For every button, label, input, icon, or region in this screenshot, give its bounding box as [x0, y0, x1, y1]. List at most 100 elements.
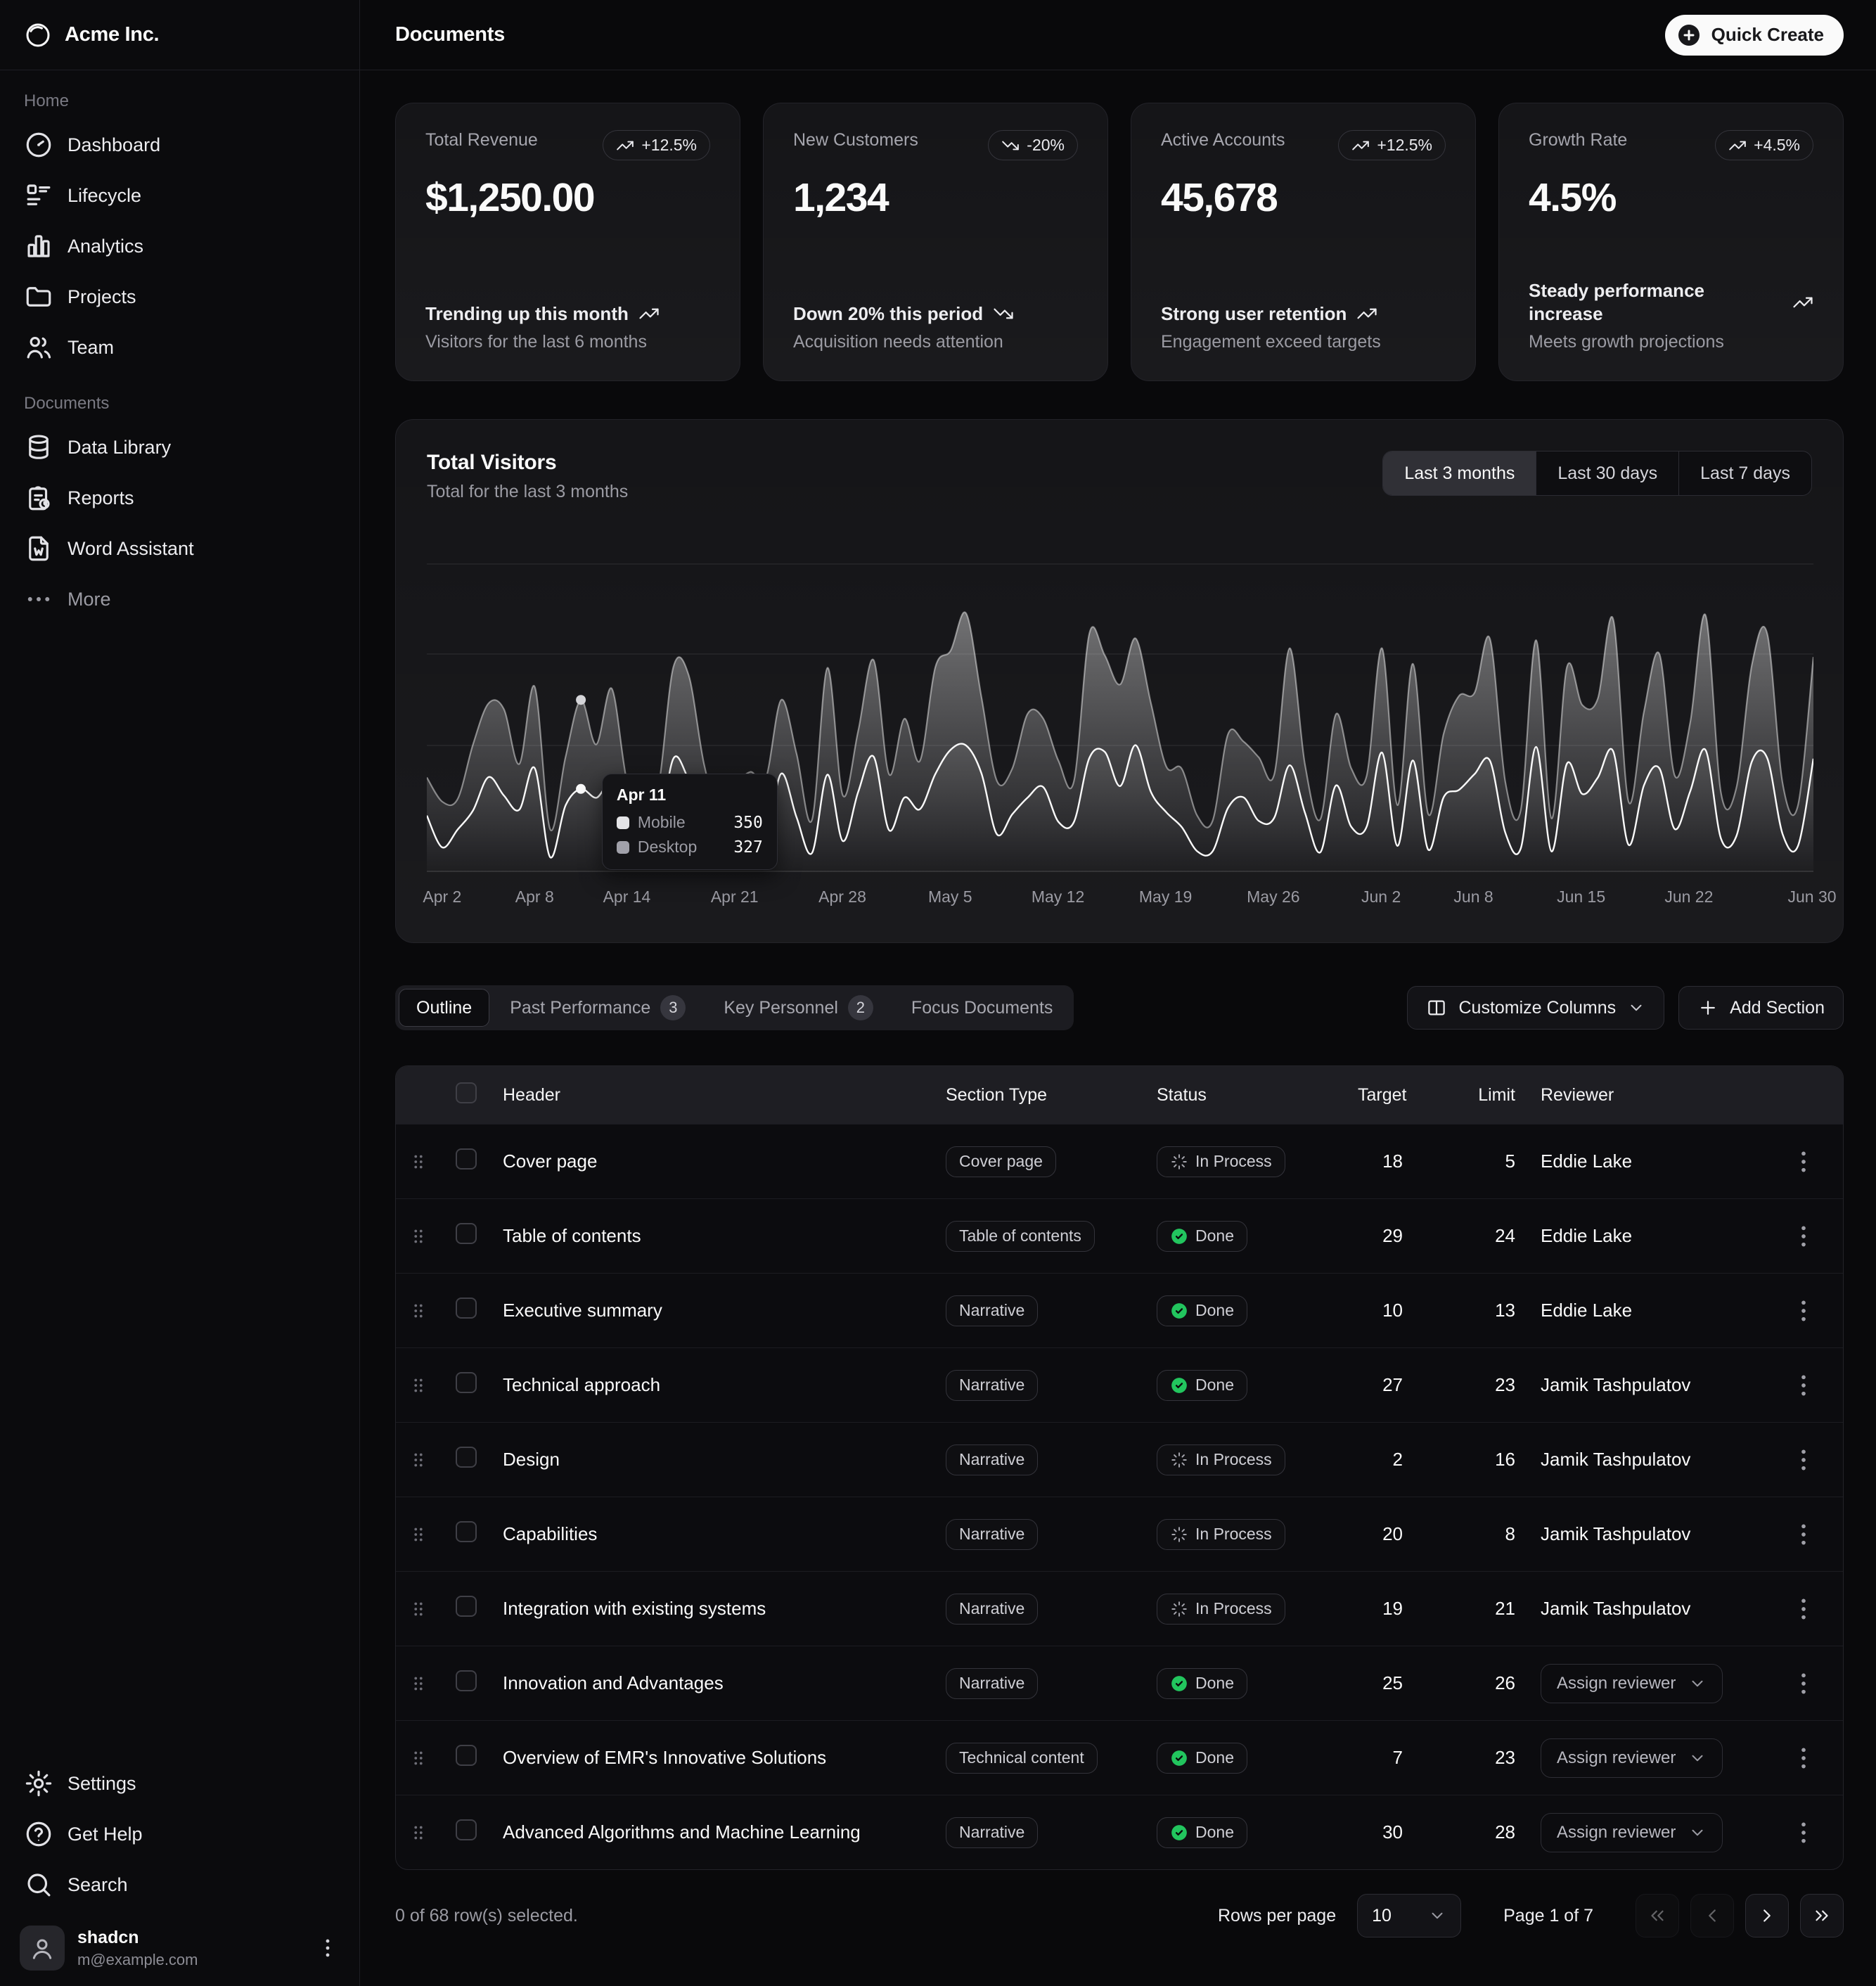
add-section-button[interactable]: Add Section [1678, 986, 1844, 1030]
limit-cell[interactable]: 23 [1414, 1747, 1527, 1769]
row-checkbox[interactable] [456, 1596, 477, 1617]
row-actions-button[interactable] [1790, 1595, 1818, 1623]
column-header-header[interactable]: Header [492, 1085, 936, 1106]
sidebar-item-settings[interactable]: Settings [11, 1758, 348, 1809]
target-cell[interactable]: 19 [1358, 1598, 1414, 1620]
drag-handle[interactable] [396, 1449, 441, 1471]
limit-cell[interactable]: 21 [1414, 1598, 1527, 1620]
row-actions-button[interactable] [1790, 1819, 1818, 1847]
limit-cell[interactable]: 13 [1414, 1300, 1527, 1321]
limit-cell[interactable]: 26 [1414, 1672, 1527, 1694]
customize-columns-button[interactable]: Customize Columns [1407, 986, 1664, 1030]
drag-handle[interactable] [396, 1822, 441, 1843]
sidebar-item-projects[interactable]: Projects [11, 271, 348, 322]
row-actions-button[interactable] [1790, 1670, 1818, 1698]
column-header-section-type[interactable]: Section Type [936, 1085, 1147, 1106]
workspace-switcher[interactable]: Acme Inc. [0, 0, 359, 70]
row-checkbox[interactable] [456, 1447, 477, 1468]
row-header-cell[interactable]: Technical approach [492, 1374, 936, 1396]
column-header-status[interactable]: Status [1147, 1085, 1358, 1106]
quick-create-button[interactable]: Quick Create [1665, 15, 1844, 56]
assign-reviewer-select[interactable]: Assign reviewer [1541, 1664, 1723, 1703]
column-header-target[interactable]: Target [1358, 1085, 1414, 1106]
sidebar-item-team[interactable]: Team [11, 322, 348, 373]
user-menu-button[interactable] [316, 1936, 340, 1960]
sidebar-item-lifecycle[interactable]: Lifecycle [11, 170, 348, 221]
row-checkbox[interactable] [456, 1372, 477, 1393]
row-actions-button[interactable] [1790, 1744, 1818, 1772]
row-checkbox[interactable] [456, 1670, 477, 1691]
assign-reviewer-select[interactable]: Assign reviewer [1541, 1738, 1723, 1778]
sidebar-item-analytics[interactable]: Analytics [11, 221, 348, 271]
target-cell[interactable]: 18 [1358, 1151, 1414, 1172]
tab-focus-documents[interactable]: Focus Documents [894, 989, 1070, 1027]
column-header-reviewer[interactable]: Reviewer [1527, 1085, 1780, 1106]
row-actions-button[interactable] [1790, 1371, 1818, 1399]
drag-handle[interactable] [396, 1748, 441, 1769]
sidebar-item-search[interactable]: Search [11, 1859, 348, 1910]
range-last-7-days[interactable]: Last 7 days [1678, 451, 1811, 495]
range-last-30-days[interactable]: Last 30 days [1536, 451, 1678, 495]
limit-cell[interactable]: 23 [1414, 1374, 1527, 1396]
row-checkbox[interactable] [456, 1148, 477, 1170]
row-header-cell[interactable]: Innovation and Advantages [492, 1672, 936, 1694]
first-page-button[interactable] [1636, 1894, 1679, 1937]
tab-past-performance[interactable]: Past Performance3 [492, 989, 703, 1027]
target-cell[interactable]: 7 [1358, 1747, 1414, 1769]
row-header-cell[interactable]: Cover page [492, 1151, 936, 1172]
sidebar-item-reports[interactable]: Reports [11, 473, 348, 523]
row-checkbox[interactable] [456, 1521, 477, 1542]
row-header-cell[interactable]: Design [492, 1449, 936, 1471]
target-cell[interactable]: 30 [1358, 1821, 1414, 1843]
next-page-button[interactable] [1745, 1894, 1789, 1937]
target-cell[interactable]: 29 [1358, 1225, 1414, 1247]
row-actions-button[interactable] [1790, 1520, 1818, 1549]
row-checkbox[interactable] [456, 1298, 477, 1319]
target-cell[interactable]: 27 [1358, 1374, 1414, 1396]
drag-handle[interactable] [396, 1151, 441, 1172]
target-cell[interactable]: 25 [1358, 1672, 1414, 1694]
row-actions-button[interactable] [1790, 1297, 1818, 1325]
row-actions-button[interactable] [1790, 1446, 1818, 1474]
select-all-checkbox[interactable] [456, 1082, 477, 1103]
drag-handle[interactable] [396, 1375, 441, 1396]
column-header-limit[interactable]: Limit [1414, 1085, 1527, 1106]
row-header-cell[interactable]: Executive summary [492, 1300, 936, 1321]
sidebar-item-data-library[interactable]: Data Library [11, 422, 348, 473]
drag-handle[interactable] [396, 1599, 441, 1620]
range-last-3-months[interactable]: Last 3 months [1383, 451, 1536, 495]
limit-cell[interactable]: 8 [1414, 1523, 1527, 1545]
limit-cell[interactable]: 5 [1414, 1151, 1527, 1172]
sidebar-item-word-assistant[interactable]: Word Assistant [11, 523, 348, 574]
row-checkbox[interactable] [456, 1223, 477, 1244]
target-cell[interactable]: 10 [1358, 1300, 1414, 1321]
row-header-cell[interactable]: Table of contents [492, 1225, 936, 1247]
tab-key-personnel[interactable]: Key Personnel2 [706, 989, 891, 1027]
row-checkbox[interactable] [456, 1745, 477, 1766]
user-menu[interactable]: shadcn m@example.com [11, 1916, 348, 1986]
target-cell[interactable]: 20 [1358, 1523, 1414, 1545]
prev-page-button[interactable] [1690, 1894, 1734, 1937]
last-page-button[interactable] [1800, 1894, 1844, 1937]
assign-reviewer-select[interactable]: Assign reviewer [1541, 1813, 1723, 1852]
row-checkbox[interactable] [456, 1819, 477, 1840]
sidebar-item-dashboard[interactable]: Dashboard [11, 120, 348, 170]
sidebar-item-get-help[interactable]: Get Help [11, 1809, 348, 1859]
drag-handle[interactable] [396, 1226, 441, 1247]
sidebar-item-more[interactable]: More [11, 574, 348, 624]
visitors-chart[interactable]: Apr 11Mobile350Desktop327 [427, 542, 1812, 872]
row-header-cell[interactable]: Advanced Algorithms and Machine Learning [492, 1821, 936, 1843]
drag-handle[interactable] [396, 1300, 441, 1321]
row-actions-button[interactable] [1790, 1148, 1818, 1176]
row-header-cell[interactable]: Overview of EMR's Innovative Solutions [492, 1747, 936, 1769]
limit-cell[interactable]: 16 [1414, 1449, 1527, 1471]
row-header-cell[interactable]: Capabilities [492, 1523, 936, 1545]
target-cell[interactable]: 2 [1358, 1449, 1414, 1471]
drag-handle[interactable] [396, 1673, 441, 1694]
row-actions-button[interactable] [1790, 1222, 1818, 1250]
tab-outline[interactable]: Outline [399, 989, 489, 1027]
row-header-cell[interactable]: Integration with existing systems [492, 1598, 936, 1620]
limit-cell[interactable]: 28 [1414, 1821, 1527, 1843]
rows-per-page-select[interactable]: 10 [1357, 1894, 1461, 1937]
limit-cell[interactable]: 24 [1414, 1225, 1527, 1247]
